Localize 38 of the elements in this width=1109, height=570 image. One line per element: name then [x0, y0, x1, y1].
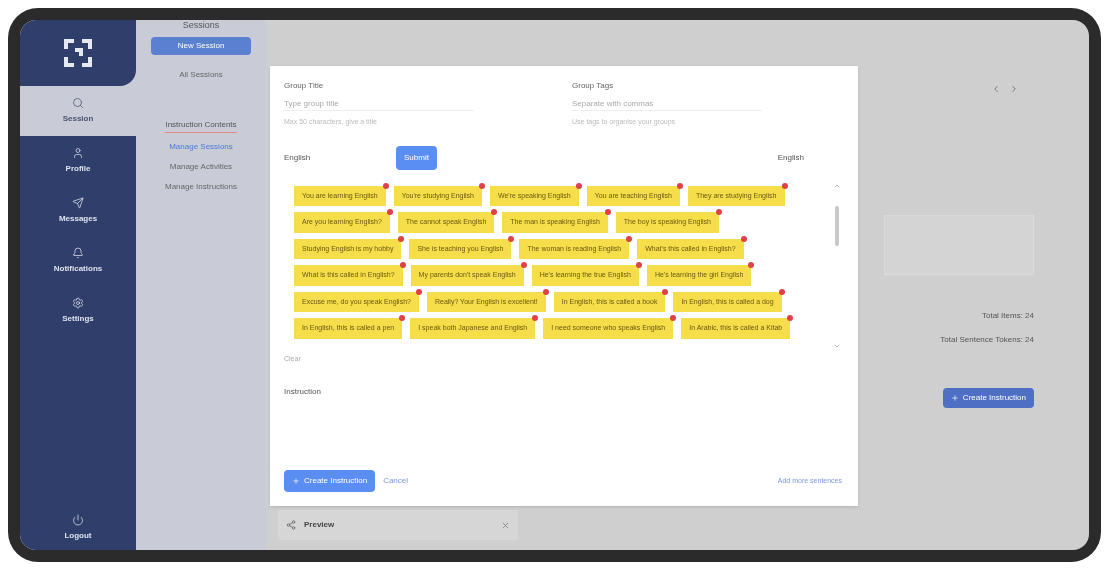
text-field[interactable]: Separate with commas [572, 98, 762, 111]
sidebar-item[interactable]: Notifications [20, 236, 136, 286]
submit-button[interactable]: Submit [396, 145, 437, 170]
total-items-text: Total Items: 24 [981, 310, 1034, 322]
create-instruction-button[interactable]: Create Instruction [284, 470, 376, 492]
scrollbar-thumb[interactable] [835, 205, 839, 246]
field-label: Group Tags [572, 80, 615, 92]
text-field[interactable]: Type group title [284, 98, 474, 111]
plus-icon [292, 477, 300, 485]
new-session-button[interactable]: New Session [151, 37, 251, 55]
sidebar-icon [72, 147, 84, 159]
source-language[interactable]: English [284, 151, 396, 164]
plus-icon [950, 394, 959, 402]
page-heading: Sessions [182, 20, 220, 31]
sidebar-icon [72, 97, 84, 109]
sidebar-icon [72, 247, 84, 259]
sidebar-item[interactable]: Settings [20, 286, 136, 336]
sidebar-icon [72, 297, 84, 309]
instruction-label: Instruction [284, 386, 322, 398]
cancel-link[interactable]: Cancel [383, 475, 409, 487]
sidebar-item[interactable]: Messages [20, 186, 136, 236]
create-instruction-button[interactable]: Create Instruction [942, 388, 1034, 408]
preview-tab[interactable]: Preview [278, 510, 518, 540]
section-heading: Instruction Contents [165, 119, 237, 133]
sidebar-item[interactable]: Profile [20, 136, 136, 186]
total-tokens-text: Total Sentence Tokens: 24 [940, 334, 1034, 346]
field-label: Group Title [284, 80, 325, 92]
sidebar-icon [72, 197, 84, 209]
nav-link[interactable]: Manage Instructions [164, 181, 237, 193]
logout-icon [72, 514, 84, 526]
logo-icon [63, 38, 93, 68]
next-icon[interactable] [1009, 84, 1019, 94]
target-language[interactable]: English [777, 151, 804, 164]
share-icon [286, 520, 296, 530]
logout-link[interactable]: Logout [64, 530, 92, 542]
nav-link[interactable]: Manage Activities [169, 161, 233, 173]
close-icon [501, 520, 510, 530]
sessions-filter[interactable]: All Sessions [179, 69, 223, 81]
